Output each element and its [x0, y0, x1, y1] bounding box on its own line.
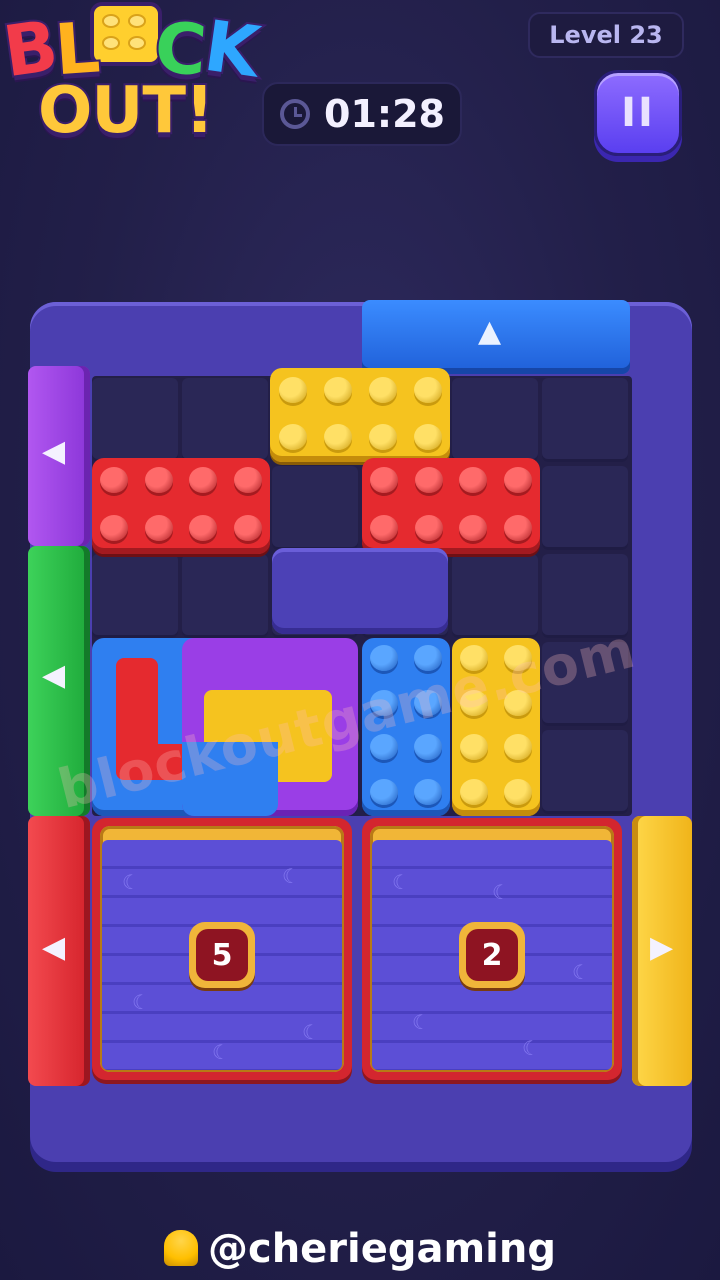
brick-stud [414, 778, 442, 805]
clock-icon [280, 99, 310, 129]
brick-stud [233, 467, 262, 493]
grid-cell [452, 554, 538, 638]
gate-right-yellow[interactable]: ▶ [632, 816, 692, 1086]
credit-handle: @cheriegaming [207, 1226, 556, 1272]
brick-stud [504, 778, 532, 805]
brick-stud [368, 376, 397, 403]
gate-top-blue[interactable]: ▲ [362, 300, 630, 374]
level-indicator: Level 23 [528, 12, 684, 58]
brick-stud [413, 423, 442, 450]
gate-left-purple[interactable]: ◀ [28, 366, 90, 546]
brick-stud [144, 515, 173, 541]
credit: @cheriegaming [0, 1226, 720, 1272]
red-brick-left[interactable] [92, 458, 270, 554]
brick-stud [278, 376, 307, 403]
collection-box: ☾ ☾ ☾ ☾ ☾ 2 [362, 818, 622, 1080]
box-count: 2 [466, 929, 518, 981]
brick-stud [503, 515, 532, 541]
brick-stud [323, 376, 352, 403]
arrow-left-icon: ◀ [42, 658, 66, 693]
brick-stud [503, 467, 532, 493]
timer: 01:28 [262, 82, 462, 146]
grid-cell [92, 554, 178, 638]
brick-stud [370, 645, 398, 672]
pause-icon: II [621, 90, 655, 136]
brick-stud [414, 467, 443, 493]
box-count: 5 [196, 929, 248, 981]
brick-stud [504, 734, 532, 761]
brick-stud [368, 423, 397, 450]
grid-cell [452, 378, 538, 462]
grid-cell [542, 378, 628, 462]
brick-stud [370, 778, 398, 805]
arrow-up-icon: ▲ [478, 314, 502, 349]
grid-cell [272, 466, 358, 550]
collection-box: ☾ ☾ ☾ ☾ ☾ 5 [92, 818, 352, 1080]
grid-cell [182, 378, 268, 462]
gate-left-red[interactable]: ◀ [28, 816, 90, 1086]
brick-stud [100, 515, 129, 541]
brick-stud [413, 376, 442, 403]
brick-stud [370, 515, 399, 541]
brick-stud [460, 778, 488, 805]
arrow-left-icon: ◀ [42, 930, 66, 965]
yellow-brick-top[interactable] [270, 368, 450, 462]
brick-stud [189, 515, 218, 541]
brick-stud [459, 515, 488, 541]
timer-value: 01:28 [324, 92, 445, 136]
brick-stud [144, 467, 173, 493]
brick-stud [460, 734, 488, 761]
brick-stud [414, 515, 443, 541]
pause-button[interactable]: II [594, 70, 682, 156]
arrow-right-icon: ▶ [650, 930, 674, 965]
brick-stud [323, 423, 352, 450]
grid-cell [542, 466, 628, 550]
game-logo: BLOCK OUT! [0, 0, 270, 160]
brick-stud [459, 467, 488, 493]
grid-cell [542, 730, 628, 814]
brick-stud [233, 515, 262, 541]
grid-cell [92, 378, 178, 462]
brick-stud [189, 467, 218, 493]
red-brick-right[interactable] [362, 458, 540, 554]
box-count-badge: 2 [459, 922, 525, 988]
arrow-left-icon: ◀ [42, 434, 66, 469]
brick-stud [370, 467, 399, 493]
grid-cell [182, 554, 268, 638]
bell-icon [163, 1230, 198, 1266]
brick-stud [100, 467, 129, 493]
brick-stud [278, 423, 307, 450]
purple-slab [272, 548, 448, 634]
logo-line2: OUT! [36, 72, 216, 150]
brick-stud [414, 734, 442, 761]
box-count-badge: 5 [189, 922, 255, 988]
